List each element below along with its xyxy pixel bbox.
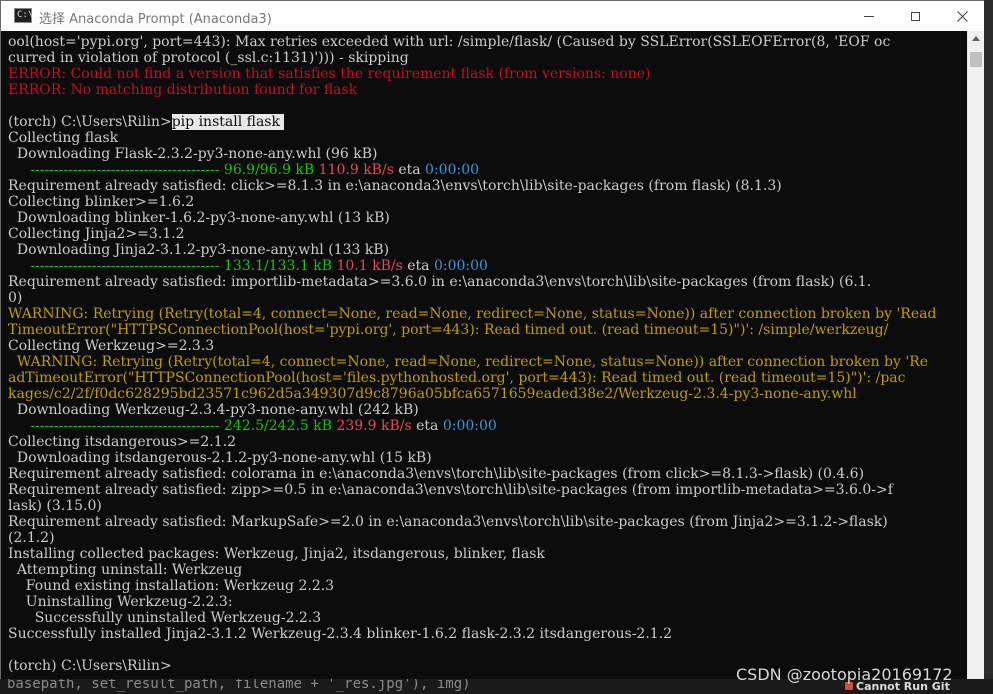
warning-line: adTimeoutError("HTTPSConnectionPool(host… [8,370,906,386]
console-line: Collecting blinker>=1.6.2 [8,194,195,210]
progress-bar: ---------------------------------------- [8,258,224,274]
console-line: Downloading Jinja2-3.1.2-py3-none-any.wh… [8,242,390,258]
eta-value: 0:00:00 [425,162,480,178]
console-line: lask) (3.15.0) [8,498,102,514]
console-line: Installing collected packages: Werkzeug,… [8,546,545,562]
scroll-thumb[interactable] [970,52,982,67]
eta-value: 0:00:00 [433,258,488,274]
minimize-icon [864,15,874,17]
progress-size: 242.5/242.5 kB [223,418,333,434]
progress-speed: 10.1 kB/s [336,258,403,274]
console-line: Requirement already satisfied: click>=8.… [8,178,782,194]
console-line: Collecting itsdangerous>=2.1.2 [8,434,237,450]
console-line: ool(host='pypi.org', port=443): Max retr… [8,34,891,50]
warning-line: WARNING: Retrying (Retry(total=4, connec… [8,306,937,322]
progress-line: ----------------------------------------… [8,162,479,178]
scroll-up-arrow-icon[interactable] [972,36,980,41]
background-window-edge [984,0,993,694]
close-icon [956,10,968,22]
warning-line: TimeoutError("HTTPSConnectionPool(host='… [8,322,889,338]
maximize-button[interactable] [892,1,938,31]
eta-label: eta [402,258,434,274]
anaconda-prompt-window: C:\ 选择 Anaconda Prompt (Anaconda3) ool(h… [0,0,993,694]
progress-line: ----------------------------------------… [8,258,488,274]
console-line: (2.1.2) [8,530,55,546]
console-line: Requirement already satisfied: colorama … [8,466,865,482]
progress-size: 96.9/96.9 kB [223,162,315,178]
progress-bar: ---------------------------------------- [8,162,224,178]
progress-size: 133.1/133.1 kB [223,258,333,274]
progress-speed: 110.9 kB/s [318,162,394,178]
selected-command[interactable]: pip install flask [171,114,285,130]
error-line: ERROR: No matching distribution found fo… [8,82,358,98]
background-code-text: basepath, set_result_path, filename + '_… [7,679,471,692]
warning-line: kages/c2/2f/f0dc628295bd23571c962d5a3493… [8,386,857,402]
console-line: Uninstalling Werkzeug-2.2.3: [8,594,233,610]
console-output[interactable]: ool(host='pypi.org', port=443): Max retr… [1,31,967,693]
console-line: Successfully installed Jinja2-3.1.2 Werk… [8,626,673,642]
eta-value: 0:00:00 [442,418,497,434]
warning-line: WARNING: Retrying (Retry(total=4, connec… [8,354,929,370]
eta-label: eta [411,418,443,434]
minimize-button[interactable] [846,1,892,31]
console-line: Requirement already satisfied: MarkupSaf… [8,514,888,530]
eta-label: eta [393,162,426,178]
console-line: curred in violation of protocol (_ssl.c:… [8,50,409,66]
vertical-scrollbar[interactable] [967,31,985,693]
console-line: Downloading Werkzeug-2.3.4-py3-none-any.… [8,402,419,418]
console-line: Collecting flask [8,130,119,146]
console-line: Downloading Flask-2.3.2-py3-none-any.whl… [8,146,378,162]
console-line: Collecting Werkzeug>=2.3.3 [8,338,215,354]
console-line: 0) [8,290,23,306]
console-line: Collecting Jinja2>=3.1.2 [8,226,185,242]
progress-bar: ---------------------------------------- [8,418,224,434]
close-button[interactable] [939,1,985,31]
console-line: Found existing installation: Werkzeug 2.… [8,578,335,594]
window-title: 选择 Anaconda Prompt (Anaconda3) [39,12,272,27]
console-line: Downloading blinker-1.6.2-py3-none-any.w… [8,210,390,226]
console-line: Successfully uninstalled Werkzeug-2.2.3 [8,610,322,626]
terminal-icon: C:\ [14,8,33,23]
current-prompt[interactable]: (torch) C:\Users\Rilin> [8,658,172,674]
maximize-icon [910,11,920,21]
console-line: Requirement already satisfied: zipp>=0.5… [8,482,893,498]
title-bar[interactable]: C:\ 选择 Anaconda Prompt (Anaconda3) [1,1,992,31]
csdn-watermark: CSDN @zootopia20169172 [736,665,953,684]
prompt: (torch) C:\Users\Rilin> [8,114,172,130]
console-line: Requirement already satisfied: importlib… [8,274,872,290]
progress-speed: 239.9 kB/s [336,418,412,434]
console-line: Downloading itsdangerous-2.1.2-py3-none-… [8,450,432,466]
console-line: Attempting uninstall: Werkzeug [8,562,243,578]
error-line: ERROR: Could not find a version that sat… [8,66,651,82]
progress-line: ----------------------------------------… [8,418,497,434]
command-line: (torch) C:\Users\Rilin>pip install flask [8,114,285,130]
